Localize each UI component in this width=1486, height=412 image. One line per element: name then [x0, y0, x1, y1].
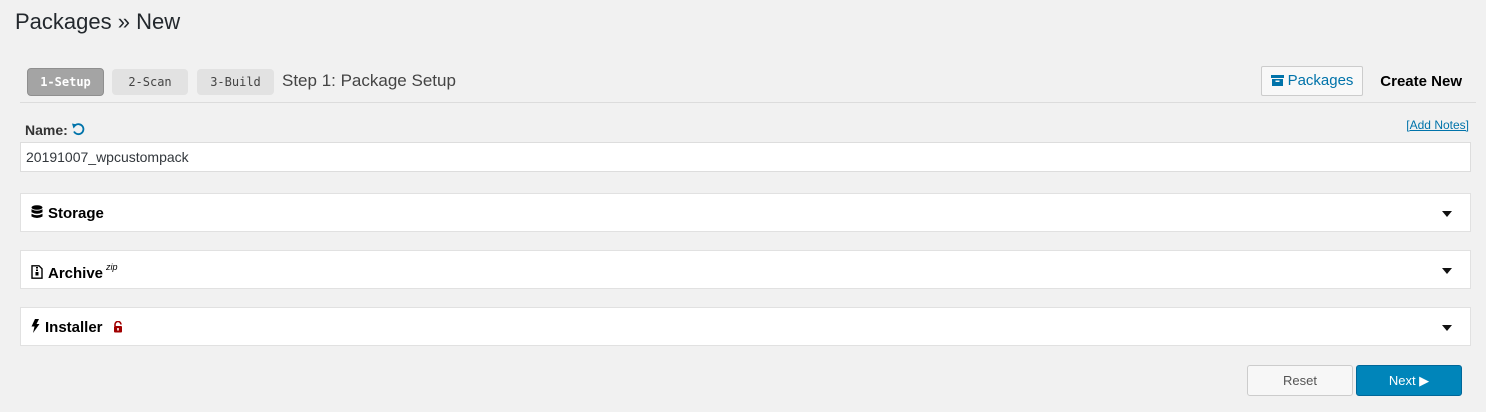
step-title: Step 1: Package Setup	[282, 71, 456, 90]
archive-panel[interactable]: Archive zip	[20, 250, 1471, 289]
archive-title-text: Archive	[48, 265, 104, 282]
chevron-down-icon[interactable]	[1442, 325, 1452, 331]
step-build[interactable]: 3-Build	[197, 69, 274, 95]
packages-button-label: Packages	[1287, 72, 1354, 89]
installer-panel-title: Installer	[31, 319, 123, 336]
package-name-input[interactable]	[20, 142, 1471, 172]
archive-format-label: zip	[106, 262, 118, 272]
chevron-down-icon[interactable]	[1442, 211, 1452, 217]
reset-button[interactable]: Reset	[1247, 365, 1353, 396]
bolt-icon	[31, 319, 40, 333]
storage-panel[interactable]: Storage	[20, 193, 1471, 232]
next-button[interactable]: Next ▶	[1356, 365, 1462, 396]
archive-panel-title: Archive zip	[31, 262, 118, 282]
wizard-toolbar: 1-Setup 2-Scan 3-Build Step 1: Package S…	[20, 66, 1476, 103]
storage-panel-title: Storage	[31, 205, 104, 222]
page-title: Packages » New	[15, 9, 181, 34]
zip-file-icon	[31, 265, 43, 279]
installer-panel[interactable]: Installer	[20, 307, 1471, 346]
add-notes-link[interactable]: [Add Notes]	[1406, 118, 1469, 132]
unlock-icon	[113, 321, 122, 333]
database-icon	[31, 205, 43, 218]
archive-box-icon	[1270, 75, 1284, 86]
undo-icon[interactable]	[71, 122, 85, 136]
name-label-text: Name:	[25, 122, 68, 138]
create-new-label: Create New	[1380, 73, 1462, 90]
chevron-down-icon[interactable]	[1442, 268, 1452, 274]
step-scan[interactable]: 2-Scan	[112, 69, 188, 95]
packages-button[interactable]: Packages	[1261, 66, 1363, 96]
installer-title-text: Installer	[45, 319, 103, 336]
name-label: Name:	[25, 122, 85, 138]
step-setup[interactable]: 1-Setup	[27, 68, 104, 96]
storage-title-text: Storage	[48, 205, 104, 222]
